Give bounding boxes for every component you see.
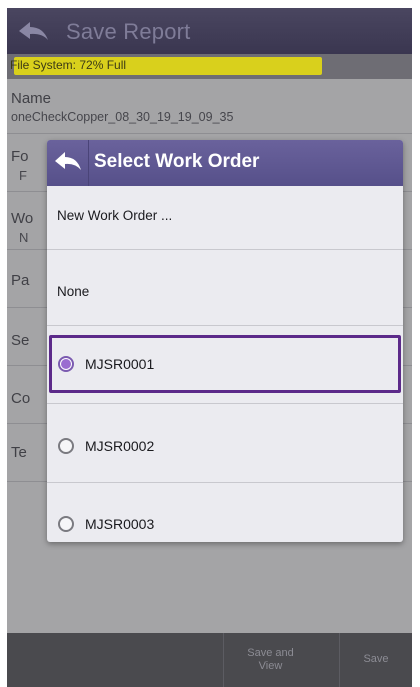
option-label: New Work Order ... [57, 208, 173, 223]
field-value: oneCheckCopper_08_30_19_19_09_35 [11, 110, 234, 124]
radio-selected[interactable] [58, 356, 74, 372]
field-label: Se [11, 332, 30, 349]
back-arrow-icon[interactable] [53, 149, 83, 175]
option-mjsr0001[interactable]: MJSR0001 [47, 326, 403, 404]
option-label: MJSR0003 [85, 516, 155, 532]
option-new-work-order[interactable]: New Work Order ... [47, 186, 403, 250]
save-button[interactable]: Save [339, 633, 412, 687]
field-label: Te [11, 444, 27, 461]
dialog-header: Select Work Order [47, 140, 403, 186]
select-work-order-dialog: Select Work Order New Work Order ... Non… [47, 140, 403, 542]
field-label: Name [11, 90, 52, 107]
app-bar: Save Report [7, 8, 412, 54]
file-system-label: File System: 72% Full [10, 58, 127, 72]
back-arrow-icon[interactable] [17, 20, 51, 44]
device-screen: Save Report File System: 72% Full Name o… [7, 8, 412, 687]
option-label: MJSR0001 [85, 356, 155, 372]
field-label: Co [11, 390, 31, 407]
field-label: Pa [11, 272, 30, 289]
page-title: Save Report [66, 19, 191, 44]
option-label: None [57, 284, 90, 299]
field-label: Fo [11, 148, 29, 165]
option-mjsr0003[interactable]: MJSR0003 [47, 483, 403, 542]
field-label: Wo [11, 210, 34, 227]
radio-unselected[interactable] [58, 438, 74, 454]
file-system-bar: File System: 72% Full [7, 54, 412, 79]
save-label: Save [363, 653, 389, 665]
field-value: N [19, 230, 29, 245]
save-and-view-button[interactable]: Save and View [223, 633, 317, 687]
save-and-view-label: Save and View [247, 647, 294, 672]
dialog-title: Select Work Order [94, 151, 260, 172]
option-mjsr0002[interactable]: MJSR0002 [47, 404, 403, 483]
radio-unselected[interactable] [58, 516, 74, 532]
header-divider [88, 140, 89, 186]
option-label: MJSR0002 [85, 438, 155, 454]
field-value: F [19, 168, 27, 183]
field-row-name[interactable]: Name oneCheckCopper_08_30_19_19_09_35 [7, 79, 412, 134]
bottom-action-bar: Save and View Save [7, 633, 412, 687]
option-none[interactable]: None [47, 250, 403, 326]
